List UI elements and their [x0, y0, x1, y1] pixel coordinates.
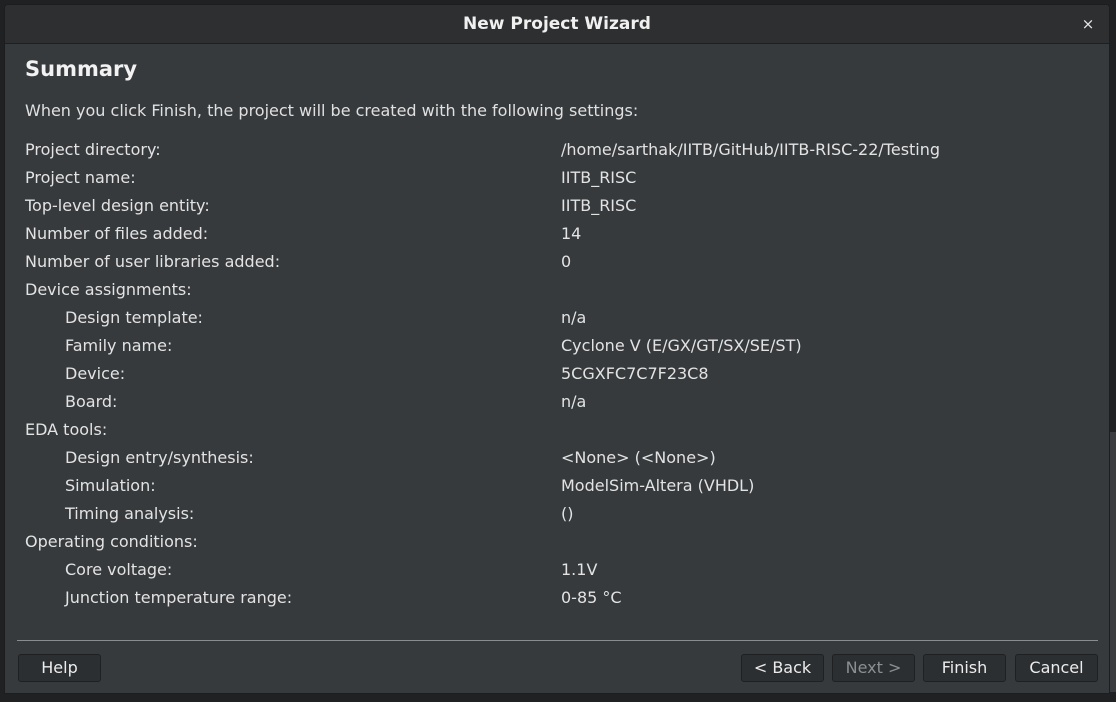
settings-row: Number of files added: 14 — [25, 223, 1085, 251]
setting-label: Design template: — [65, 308, 203, 327]
setting-value: /home/sarthak/IITB/GitHub/IITB-RISC-22/T… — [561, 140, 941, 159]
setting-label: Board: — [65, 392, 118, 411]
settings-row: Design template: n/a — [25, 307, 1085, 335]
settings-row: Number of user libraries added: 0 — [25, 251, 1085, 279]
setting-label: Top-level design entity: — [25, 196, 210, 215]
setting-value: 0-85 °C — [561, 588, 622, 607]
setting-label: EDA tools: — [25, 420, 108, 439]
settings-row: Timing analysis: () — [25, 503, 1085, 531]
settings-row: Junction temperature range: 0-85 °C — [25, 587, 1085, 615]
new-project-wizard-dialog: New Project Wizard × Summary When you cl… — [4, 4, 1110, 694]
setting-label: Project directory: — [25, 140, 161, 159]
setting-label: Core voltage: — [65, 560, 173, 579]
setting-value: n/a — [561, 308, 587, 327]
setting-label: Number of user libraries added: — [25, 252, 281, 271]
setting-value: 0 — [561, 252, 572, 271]
setting-label: Family name: — [65, 336, 173, 355]
settings-row: Core voltage: 1.1V — [25, 559, 1085, 587]
setting-label: Operating conditions: — [25, 532, 198, 551]
settings-row: Project name: IITB_RISC — [25, 167, 1085, 195]
settings-row: Operating conditions: — [25, 531, 1085, 559]
settings-row: Simulation: ModelSim-Altera (VHDL) — [25, 475, 1085, 503]
settings-row: Device: 5CGXFC7C7F23C8 — [25, 363, 1085, 391]
settings-row: Family name: Cyclone V (E/GX/GT/SX/SE/ST) — [25, 335, 1085, 363]
setting-value: 1.1V — [561, 560, 598, 579]
back-button[interactable]: < Back — [741, 654, 824, 682]
settings-row: EDA tools: — [25, 419, 1085, 447]
setting-label: Design entry/synthesis: — [65, 448, 254, 467]
setting-value: ModelSim-Altera (VHDL) — [561, 476, 755, 495]
setting-label: Device: — [65, 364, 126, 383]
next-button[interactable]: Next > — [832, 654, 915, 682]
settings-row: Top-level design entity: IITB_RISC — [25, 195, 1085, 223]
settings-row: Board: n/a — [25, 391, 1085, 419]
setting-label: Timing analysis: — [65, 504, 195, 523]
help-button[interactable]: Help — [18, 654, 101, 682]
setting-value: <None> (<None>) — [561, 448, 716, 467]
setting-value: 5CGXFC7C7F23C8 — [561, 364, 709, 383]
setting-label: Simulation: — [65, 476, 156, 495]
setting-value: IITB_RISC — [561, 196, 637, 215]
button-divider — [17, 640, 1098, 641]
setting-label: Device assignments: — [25, 280, 192, 299]
setting-value: Cyclone V (E/GX/GT/SX/SE/ST) — [561, 336, 802, 355]
close-icon[interactable]: × — [1077, 13, 1099, 35]
setting-value: () — [561, 504, 574, 523]
setting-label: Junction temperature range: — [65, 588, 293, 607]
settings-row: Design entry/synthesis: <None> (<None>) — [25, 447, 1085, 475]
page-heading: Summary — [25, 57, 138, 81]
setting-label: Number of files added: — [25, 224, 209, 243]
title-bar: New Project Wizard × — [5, 5, 1109, 44]
settings-summary-list: Project directory: /home/sarthak/IITB/Git… — [25, 139, 1085, 615]
setting-value: IITB_RISC — [561, 168, 637, 187]
settings-row: Device assignments: — [25, 279, 1085, 307]
cancel-button[interactable]: Cancel — [1015, 654, 1098, 682]
settings-row: Project directory: /home/sarthak/IITB/Git… — [25, 139, 1085, 167]
setting-value: 14 — [561, 224, 582, 243]
finish-button[interactable]: Finish — [923, 654, 1006, 682]
setting-value: n/a — [561, 392, 587, 411]
setting-label: Project name: — [25, 168, 136, 187]
dialog-title: New Project Wizard — [463, 14, 651, 34]
intro-text: When you click Finish, the project will … — [25, 101, 639, 120]
